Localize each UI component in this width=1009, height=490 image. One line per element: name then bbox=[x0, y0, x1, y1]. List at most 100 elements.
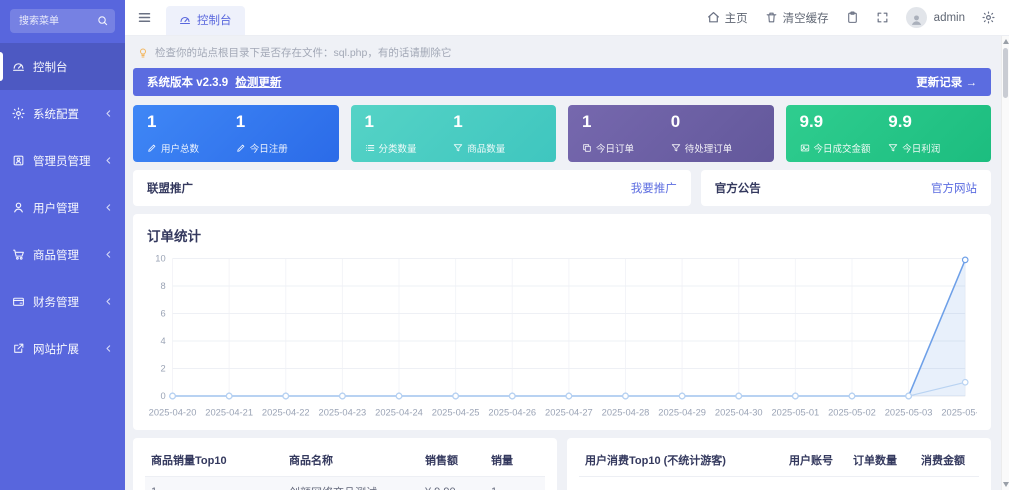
hamburger-menu-icon[interactable] bbox=[137, 10, 152, 25]
stat-label: 今日订单 bbox=[596, 144, 635, 155]
funnel-icon bbox=[888, 143, 898, 153]
pencil-icon bbox=[236, 143, 246, 153]
column-header: 销量 bbox=[485, 444, 545, 477]
svg-text:2025-04-22: 2025-04-22 bbox=[262, 408, 310, 418]
sidebar-item-dashboard[interactable]: 控制台 bbox=[0, 43, 125, 90]
search-icon bbox=[97, 15, 108, 26]
sidebar-item-site-extension[interactable]: 网站扩展 bbox=[0, 325, 125, 372]
stat-cards-row: 1 用户总数 1 今日注册 1 分类数量 1 商品数量 1 今日订单 0 待处理… bbox=[133, 105, 991, 162]
sidebar-item-label: 用户管理 bbox=[33, 202, 79, 215]
stat-card-users: 1 用户总数 1 今日注册 bbox=[133, 105, 339, 162]
svg-text:2025-05-04: 2025-05-04 bbox=[941, 408, 977, 418]
home-icon bbox=[707, 11, 720, 24]
clipboard-icon[interactable] bbox=[846, 11, 859, 24]
svg-text:2: 2 bbox=[160, 363, 165, 373]
sidebar-search bbox=[10, 9, 115, 33]
stat-label: 商品数量 bbox=[467, 144, 506, 155]
cell-rank: 1 bbox=[145, 477, 283, 490]
sidebar-item-system-config[interactable]: 系统配置 bbox=[0, 90, 125, 137]
chevron-left-icon bbox=[104, 250, 113, 259]
svg-text:2025-04-25: 2025-04-25 bbox=[432, 408, 480, 418]
sidebar-item-user-management[interactable]: 用户管理 bbox=[0, 184, 125, 231]
navbar-actions: 主页 清空缓存 admin bbox=[707, 7, 995, 28]
sidebar-item-label: 财务管理 bbox=[33, 296, 79, 309]
promo-title: 联盟推广 bbox=[147, 183, 193, 195]
scrollbar-thumb[interactable] bbox=[1003, 48, 1008, 98]
stat-value: 1 bbox=[147, 112, 157, 131]
gauge-icon bbox=[12, 60, 25, 73]
svg-text:2025-05-02: 2025-05-02 bbox=[828, 408, 876, 418]
wallet-icon bbox=[12, 295, 25, 308]
cell-product-name: 创颜网络商品测试 bbox=[283, 477, 419, 490]
gear-icon bbox=[12, 107, 25, 120]
stat-card-orders: 1 今日订单 0 待处理订单 bbox=[568, 105, 774, 162]
official-site-link[interactable]: 官方网站 bbox=[931, 180, 977, 196]
svg-text:8: 8 bbox=[160, 281, 165, 291]
column-header: 商品名称 bbox=[283, 444, 419, 477]
stat-value: 9.9 bbox=[799, 112, 824, 131]
user-consumption-table: 用户消费Top10 (不统计游客) 用户账号 订单数量 消费金额 bbox=[579, 444, 979, 477]
svg-text:2025-04-20: 2025-04-20 bbox=[149, 408, 197, 418]
column-header: 用户消费Top10 (不统计游客) bbox=[579, 444, 783, 477]
top-navbar: 控制台 主页 清空缓存 admin bbox=[125, 0, 1009, 36]
chevron-left-icon bbox=[104, 203, 113, 212]
promo-link[interactable]: 我要推广 bbox=[631, 180, 677, 196]
changelog-link[interactable]: 更新记录 → bbox=[916, 74, 977, 90]
svg-text:2025-04-28: 2025-04-28 bbox=[602, 408, 650, 418]
notice-text: 检查你的站点根目录下是否存在文件：sql.php，有的话请删除它 bbox=[155, 47, 452, 59]
sidebar-item-finance-management[interactable]: 财务管理 bbox=[0, 278, 125, 325]
svg-text:6: 6 bbox=[160, 308, 165, 318]
scroll-down-arrow[interactable] bbox=[1003, 482, 1009, 487]
copy-icon bbox=[582, 143, 592, 153]
stat-value: 1 bbox=[364, 112, 374, 131]
svg-text:10: 10 bbox=[155, 253, 165, 263]
sidebar-item-product-management[interactable]: 商品管理 bbox=[0, 231, 125, 278]
app-window: 控制台 系统配置 管理员管理 用户管理 商品管理 bbox=[0, 0, 1009, 490]
chart-title: 订单统计 bbox=[147, 229, 201, 244]
cart-icon bbox=[12, 248, 25, 261]
user-consumption-table-card: 用户消费Top10 (不统计游客) 用户账号 订单数量 消费金额 bbox=[567, 438, 991, 490]
funnel-icon bbox=[453, 143, 463, 153]
stat-label: 今日利润 bbox=[902, 144, 941, 155]
person-icon bbox=[910, 13, 923, 26]
scrollbar[interactable] bbox=[1001, 36, 1009, 490]
stat-card-products: 1 分类数量 1 商品数量 bbox=[350, 105, 556, 162]
user-icon bbox=[12, 201, 25, 214]
sidebar-item-label: 网站扩展 bbox=[33, 343, 79, 356]
svg-text:0: 0 bbox=[160, 391, 165, 401]
product-sales-table-card: 商品销量Top10 商品名称 销售额 销量 1 创颜网络商品测试 ¥ 9.90 … bbox=[133, 438, 557, 490]
home-link[interactable]: 主页 bbox=[707, 10, 748, 26]
svg-text:2025-04-27: 2025-04-27 bbox=[545, 408, 593, 418]
fullscreen-icon[interactable] bbox=[876, 11, 889, 24]
version-banner: 系统版本 v2.3.9 检测更新 更新记录 → bbox=[133, 68, 991, 96]
clear-cache-button[interactable]: 清空缓存 bbox=[765, 10, 829, 26]
svg-text:2025-05-01: 2025-05-01 bbox=[771, 408, 819, 418]
tab-label: 控制台 bbox=[197, 15, 232, 27]
orders-line-chart: 0 2 4 6 8 10 2025-04-20 2025-04-21 2025-04-22 202… bbox=[147, 247, 989, 442]
stat-label: 今日成交金额 bbox=[813, 144, 871, 155]
tab-dashboard[interactable]: 控制台 bbox=[166, 6, 245, 35]
sidebar-item-admin-management[interactable]: 管理员管理 bbox=[0, 137, 125, 184]
user-menu[interactable]: admin bbox=[905, 7, 965, 28]
check-update-link[interactable]: 检测更新 bbox=[235, 77, 281, 89]
active-indicator bbox=[0, 52, 3, 81]
scroll-up-arrow[interactable] bbox=[1003, 39, 1009, 44]
lightbulb-icon bbox=[137, 47, 149, 59]
order-stats-card: 订单统计 0 2 4 6 8 10 2025-04-20 2025-04-21 2025-04-… bbox=[133, 214, 991, 430]
column-header: 用户账号 bbox=[783, 444, 847, 477]
svg-text:2025-04-21: 2025-04-21 bbox=[205, 408, 253, 418]
announcement-panel: 官方公告 官方网站 bbox=[700, 170, 991, 206]
stat-label: 分类数量 bbox=[378, 144, 417, 155]
info-panels-row: 联盟推广 我要推广 官方公告 官方网站 bbox=[133, 170, 991, 206]
chevron-left-icon bbox=[104, 156, 113, 165]
sidebar-item-label: 控制台 bbox=[33, 61, 68, 74]
version-text: 系统版本 v2.3.9 bbox=[147, 77, 229, 89]
pencil-icon bbox=[147, 143, 157, 153]
svg-text:2025-05-03: 2025-05-03 bbox=[885, 408, 933, 418]
avatar bbox=[905, 7, 927, 28]
stat-value: 0 bbox=[670, 112, 681, 131]
settings-gears-icon[interactable] bbox=[982, 11, 995, 24]
tables-row: 商品销量Top10 商品名称 销售额 销量 1 创颜网络商品测试 ¥ 9.90 … bbox=[133, 438, 991, 490]
chevron-left-icon bbox=[104, 344, 113, 353]
stat-card-revenue: 9.9 今日成交金额 9.9 今日利润 bbox=[785, 105, 991, 162]
